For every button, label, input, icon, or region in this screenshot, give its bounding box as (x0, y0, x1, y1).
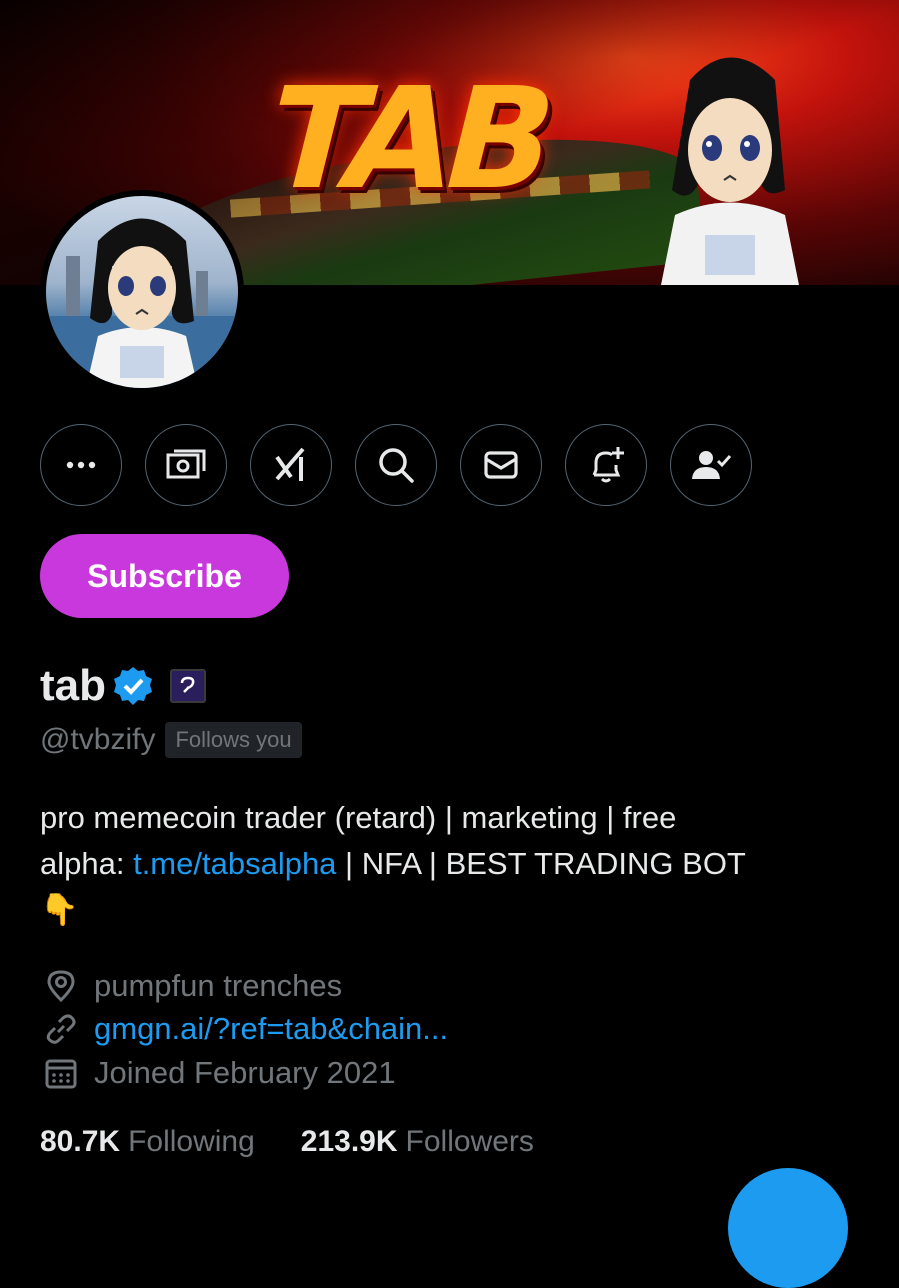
bio-prefix: alpha: (40, 846, 134, 881)
bio-suffix: | NFA | BEST TRADING BOT (336, 846, 746, 881)
banner-character (661, 57, 799, 285)
display-name: tab (40, 661, 106, 710)
following-label: Following (128, 1125, 255, 1158)
avatar-illustration (46, 218, 238, 388)
verified-badge-icon[interactable] (112, 665, 154, 707)
link-icon (44, 1012, 78, 1046)
grok-button[interactable] (250, 424, 332, 506)
bio-line-2: alpha: t.me/tabsalpha | NFA | BEST TRADI… (40, 841, 860, 887)
avatar-image (46, 196, 238, 388)
following-stat[interactable]: 80.7K Following (40, 1125, 255, 1159)
follows-you-badge: Follows you (165, 722, 302, 758)
search-icon (379, 448, 414, 483)
profile-name-row: tab (40, 656, 206, 716)
bio-line-1: pro memecoin trader (retard) | marketing… (40, 800, 677, 835)
location-row: pumpfun trenches (44, 968, 342, 1004)
following-count: 80.7K (40, 1125, 121, 1158)
bio-link[interactable]: t.me/tabsalpha (133, 846, 336, 881)
person-check-icon (692, 451, 732, 479)
subscribe-button[interactable]: Subscribe (40, 534, 289, 618)
website-link[interactable]: gmgn.ai/?ref=tab&chain... (94, 1011, 448, 1047)
money-button[interactable] (145, 424, 227, 506)
search-button[interactable] (355, 424, 437, 506)
calendar-icon (44, 1056, 78, 1090)
joined-text: Joined February 2021 (94, 1055, 396, 1090)
more-button[interactable] (40, 424, 122, 506)
avatar[interactable] (40, 190, 244, 394)
affiliate-badge[interactable] (170, 669, 206, 703)
following-button[interactable] (670, 424, 752, 506)
handle-row: @tvbzify Follows you (40, 722, 302, 758)
bio-emoji: 👇 (40, 892, 79, 927)
followers-label: Followers (405, 1125, 534, 1158)
compose-fab[interactable] (728, 1168, 848, 1288)
location-text: pumpfun trenches (94, 968, 343, 1003)
grok-icon (275, 447, 305, 481)
money-icon (166, 449, 206, 479)
more-dots-icon (66, 461, 96, 469)
affiliate-logo-icon (180, 676, 195, 693)
followers-stat[interactable]: 213.9K Followers (301, 1125, 534, 1159)
profile-bio: pro memecoin trader (retard) | marketing… (40, 795, 860, 933)
joined-row: Joined February 2021 (44, 1055, 396, 1091)
follow-stats: 80.7K Following 213.9K Followers (40, 1125, 534, 1159)
handle: @tvbzify (40, 723, 156, 756)
location-pin-icon (44, 969, 78, 1003)
message-button[interactable] (460, 424, 542, 506)
bell-plus-icon (592, 447, 624, 483)
followers-count: 213.9K (300, 1125, 398, 1158)
banner-logo: TAB (249, 58, 567, 221)
website-row: gmgn.ai/?ref=tab&chain... (44, 1011, 448, 1047)
mail-icon (484, 451, 518, 479)
notifications-button[interactable] (565, 424, 647, 506)
